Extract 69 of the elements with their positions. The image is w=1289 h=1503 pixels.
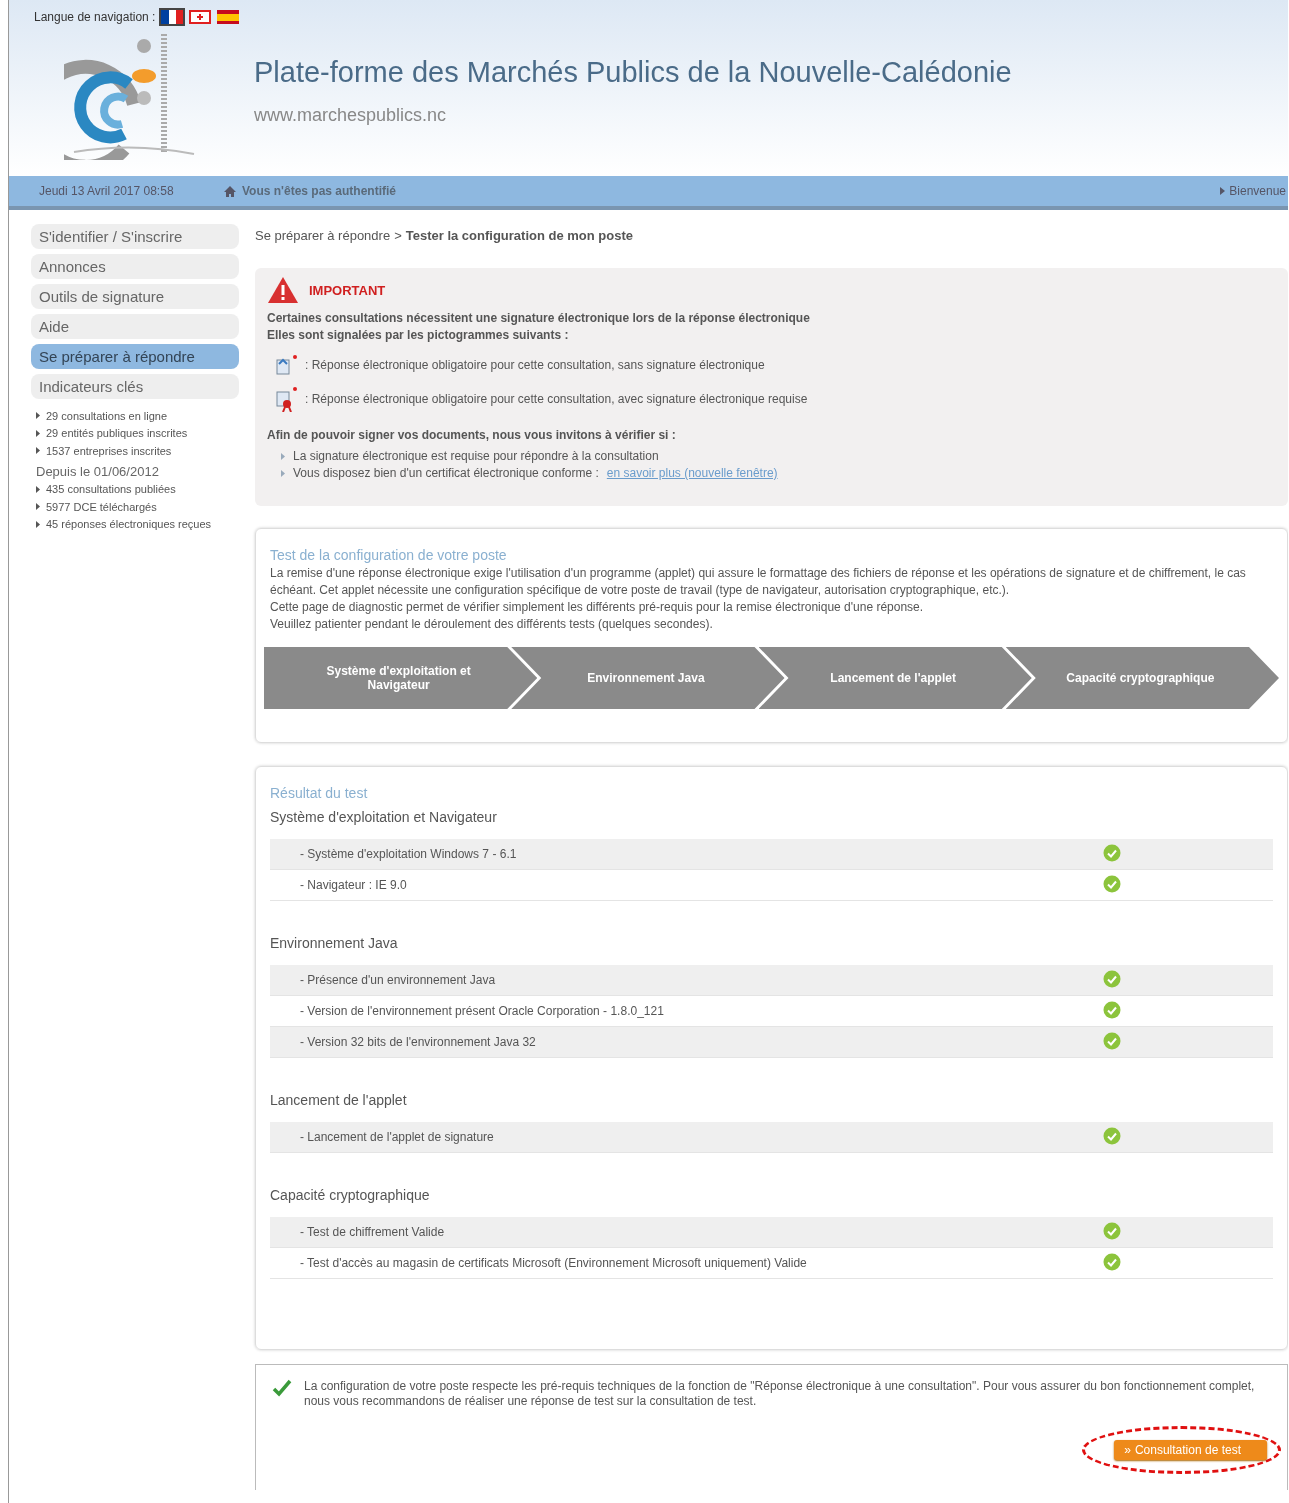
triangle-icon bbox=[36, 412, 40, 420]
flag-icon[interactable] bbox=[161, 10, 184, 24]
breadcrumb-current: Tester la configuration de mon poste bbox=[405, 228, 634, 245]
triangle-icon bbox=[281, 453, 285, 460]
sidebar-item[interactable]: Aide bbox=[31, 314, 239, 339]
description-text: Veuillez patienter pendant le déroulement des différents tests (quelques secondes). bbox=[270, 616, 714, 633]
test-label: - Version de l'environnement présent Oracle Corporation - 1.8.0_121 bbox=[300, 1004, 665, 1018]
important-title: IMPORTANT bbox=[309, 282, 386, 298]
sidebar-item[interactable]: Annonces bbox=[31, 254, 239, 279]
language-label: Langue de navigation : bbox=[34, 10, 156, 24]
test-label: - Présence d'un environnement Java bbox=[300, 973, 497, 987]
welcome-link[interactable]: Bienvenue bbox=[1229, 184, 1286, 198]
triangle-icon bbox=[36, 429, 40, 437]
triangle-icon bbox=[1220, 187, 1226, 195]
stat-text: 29 entités publiques inscrites bbox=[46, 427, 188, 440]
document-seal-icon bbox=[273, 386, 299, 412]
section-title: Résultat du test bbox=[270, 785, 369, 801]
stat-text: 1537 entreprises inscrites bbox=[46, 444, 172, 457]
description-text: La remise d'une réponse électronique exige l'utilisation d'un programme (applet) qui assure le formattage des fichiers de réponse et les opérations de signature et de chiffrement, le cas échéant. Cet applet nécessite une configuration spécifique de votre poste de travail (type de navigateur, autorisation cryptographique, etc.). bbox=[270, 565, 1247, 599]
pictogram-description: : Réponse électronique obligatoire pour cette consultation, sans signature électronique bbox=[305, 358, 765, 372]
triangle-icon bbox=[36, 447, 40, 455]
test-label: - Test de chiffrement Valide bbox=[300, 1225, 446, 1239]
test-group-title: Système d'exploitation et Navigateur bbox=[270, 809, 498, 825]
flag-icon[interactable] bbox=[217, 10, 240, 24]
test-group-title: Lancement de l'applet bbox=[270, 1092, 408, 1108]
info-link[interactable]: en savoir plus (nouvelle fenêtre) bbox=[606, 465, 778, 482]
sidebar-item[interactable]: S'identifier / S'inscrire bbox=[31, 224, 239, 249]
step-chevron: Système d'exploitation et Navigateur bbox=[264, 647, 538, 709]
test-label: - Système d'exploitation Windows 7 - 6.1 bbox=[300, 847, 518, 861]
check-intro: Afin de pouvoir signer vos documents, nous vous invitons à vérifier si : bbox=[267, 428, 677, 442]
important-text: Elles sont signalées par les pictogrammes suivants : bbox=[267, 327, 570, 344]
triangle-icon bbox=[36, 520, 40, 528]
breadcrumb-link[interactable]: Se préparer à répondre bbox=[255, 228, 391, 268]
step-chevron: Lancement de l'applet bbox=[758, 647, 1032, 709]
test-label: - Test d'accès au magasin de certificats Microsoft (Environnement Microsoft uniquement) Valide bbox=[300, 1256, 808, 1270]
test-label: - Lancement de l'applet de signature bbox=[300, 1130, 495, 1144]
auth-status: Vous n'êtes pas authentifié bbox=[242, 184, 396, 198]
test-group-title: Capacité cryptographique bbox=[270, 1187, 431, 1203]
sidebar-item[interactable]: Outils de signature bbox=[31, 284, 239, 309]
section-title: Test de la configuration de votre poste bbox=[270, 547, 508, 563]
pictogram-description: : Réponse électronique obligatoire pour cette consultation, avec signature électronique requise bbox=[305, 392, 808, 406]
triangle-icon bbox=[36, 485, 40, 493]
test-label: - Navigateur : IE 9.0 bbox=[300, 878, 408, 892]
warning-icon bbox=[267, 276, 299, 304]
test-group-title: Environnement Java bbox=[270, 935, 399, 951]
site-title: Plate-forme des Marchés Publics de la Nouvelle-Calédonie bbox=[254, 56, 1012, 89]
date-text: Jeudi 13 Avril 2017 08:58 bbox=[38, 184, 175, 198]
sidebar-item[interactable]: Indicateurs clés bbox=[31, 374, 239, 399]
stat-text: 435 consultations publiées bbox=[46, 483, 176, 496]
document-icon bbox=[273, 354, 299, 376]
test-label: - Version 32 bits de l'environnement Java 32 bbox=[300, 1035, 537, 1049]
stat-text: 45 réponses électroniques reçues bbox=[46, 518, 212, 531]
check-text: Vous disposez bien d'un certificat électronique conforme : bbox=[293, 465, 599, 482]
step-chevron: Environnement Java bbox=[511, 647, 785, 709]
step-chevron: Capacité cryptographique bbox=[1005, 647, 1279, 709]
triangle-icon bbox=[36, 503, 40, 511]
triangle-icon bbox=[281, 470, 285, 477]
check-text: La signature électronique est requise pour répondre à la consultation bbox=[293, 448, 659, 465]
flag-icon[interactable] bbox=[189, 10, 212, 24]
important-text: Certaines consultations nécessitent une signature électronique lors de la réponse électronique bbox=[267, 310, 811, 327]
stat-text: 29 consultations en ligne bbox=[46, 409, 168, 422]
conclusion-text: La configuration de votre poste respecte les pré-requis techniques de la fonction de "Réponse électronique à une consultation". Pour vous assurer du bon fonctionnement complet, nous vous recommandons de réaliser une réponse de test sur la consultation de test. bbox=[304, 1379, 1256, 1409]
breadcrumb-separator: > bbox=[394, 228, 402, 245]
description-text: Cette page de diagnostic permet de vérifier simplement les différents pré-requis pour la remise électronique d'une réponse. bbox=[270, 599, 925, 616]
site-url: www.marchespublics.nc bbox=[254, 105, 448, 126]
sidebar-item[interactable]: Se préparer à répondre bbox=[31, 344, 239, 369]
since-label: Depuis le 01/06/2012 bbox=[36, 463, 160, 479]
home-icon bbox=[224, 185, 236, 197]
stat-text: 5977 DCE téléchargés bbox=[46, 500, 157, 513]
